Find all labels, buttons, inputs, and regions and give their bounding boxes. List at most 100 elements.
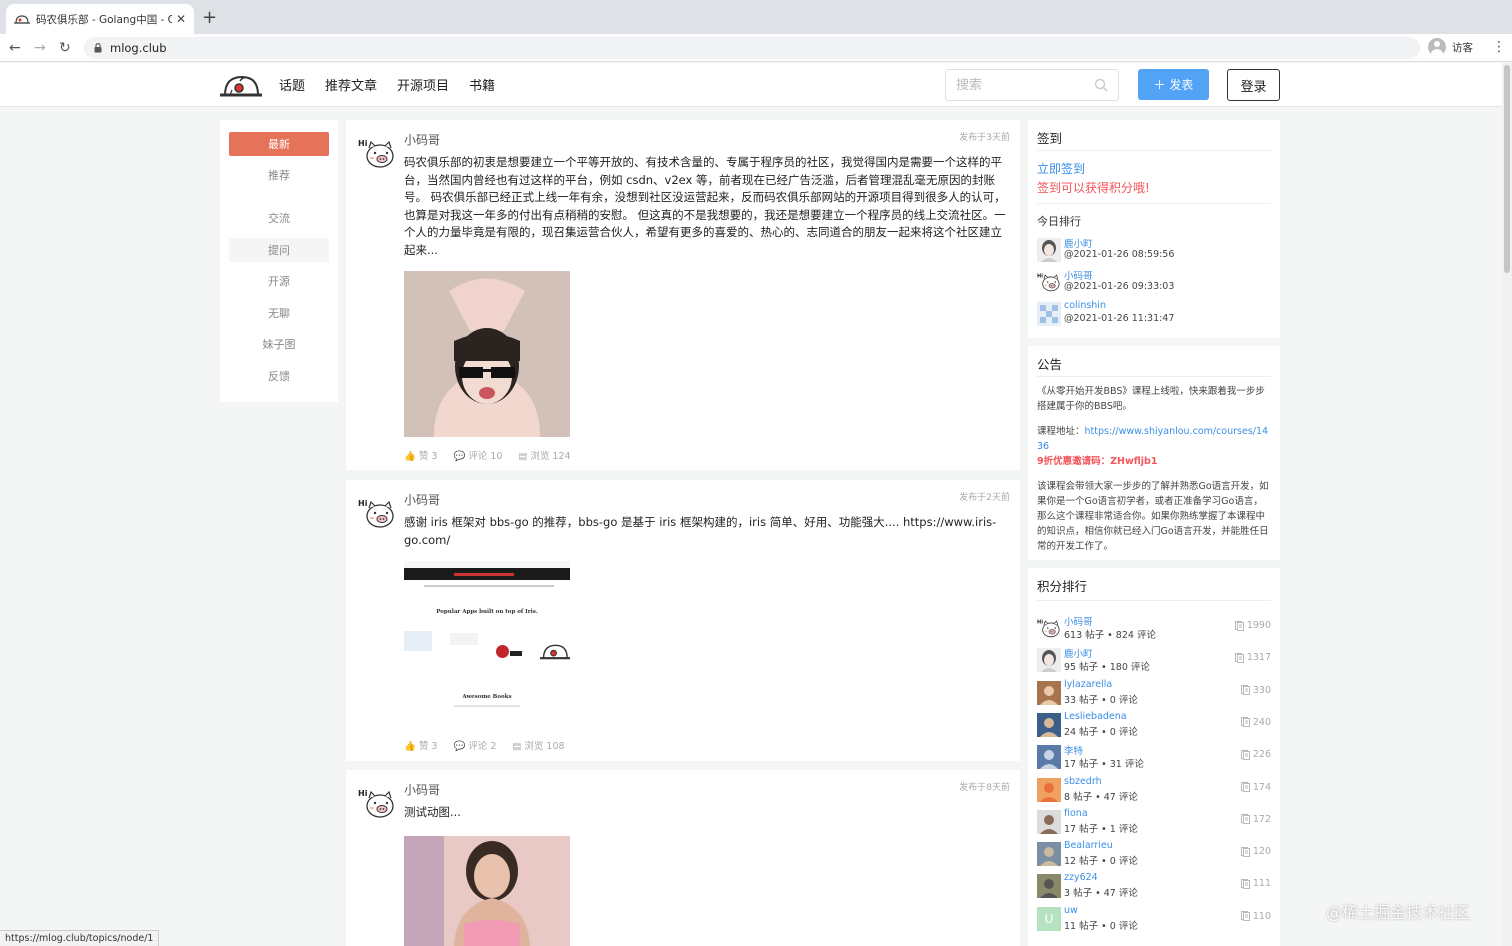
user-name[interactable]: lylazarella bbox=[1064, 679, 1112, 690]
browser-tab[interactable]: 码农俱乐部 - Golang中国 - Go语 ✕ bbox=[6, 4, 194, 34]
user-name[interactable]: 小码哥 bbox=[1064, 614, 1093, 628]
score-rank-row[interactable]: zzy624 3 帖子 • 47 评论 111 bbox=[1037, 872, 1271, 900]
user-name[interactable]: zzy624 bbox=[1064, 872, 1098, 883]
nav-books[interactable]: 书籍 bbox=[469, 75, 495, 94]
nav-projects[interactable]: 开源项目 bbox=[397, 75, 449, 94]
sidebar-item-latest[interactable]: 最新 bbox=[229, 132, 329, 156]
user-name[interactable]: 小码哥 bbox=[1064, 268, 1093, 282]
new-tab-button[interactable]: + bbox=[202, 8, 217, 28]
user-avatar[interactable] bbox=[1037, 745, 1061, 770]
score-rank-row[interactable]: 李特 17 帖子 • 31 评论 226 bbox=[1037, 743, 1271, 771]
scrollbar-thumb[interactable] bbox=[1504, 65, 1510, 273]
back-icon[interactable]: ← bbox=[9, 39, 21, 57]
post-content[interactable]: 码农俱乐部的初衷是想要建立一个平等开放的、有技术含量的、专属于程序员的社区，我觉… bbox=[404, 154, 1010, 259]
user-stats: 613 帖子 • 824 评论 bbox=[1064, 630, 1156, 641]
user-avatar[interactable] bbox=[1037, 680, 1061, 705]
user-avatar[interactable] bbox=[1037, 777, 1061, 802]
post-author[interactable]: 小码哥 bbox=[404, 781, 440, 798]
score-rank-row[interactable]: 小码哥 613 帖子 • 824 评论 1990 bbox=[1037, 614, 1271, 642]
like-count[interactable]: 👍 赞 3 bbox=[404, 448, 437, 462]
today-rank-row[interactable]: colinshin @2021-01-26 11:31:47 bbox=[1037, 300, 1271, 328]
sidebar-item-girls[interactable]: 妹子图 bbox=[229, 332, 329, 356]
post-image[interactable] bbox=[404, 271, 570, 437]
view-count: ▤ 浏览 108 bbox=[512, 741, 565, 752]
pig-avatar[interactable] bbox=[358, 784, 396, 822]
search-icon[interactable] bbox=[1094, 78, 1108, 92]
search-box bbox=[945, 69, 1119, 101]
pig-avatar[interactable] bbox=[358, 494, 396, 532]
post-time: 发布于2天前 bbox=[959, 493, 1010, 503]
sidebar-item-question[interactable]: 提问 bbox=[229, 238, 329, 262]
girl-avatar[interactable] bbox=[1037, 648, 1061, 673]
user-name[interactable]: 鹿小町 bbox=[1064, 646, 1093, 660]
pig-avatar[interactable] bbox=[358, 134, 396, 172]
post-card[interactable]: 小码哥 发布于3天前 码农俱乐部的初衷是想要建立一个平等开放的、有技术含量的、专… bbox=[346, 120, 1020, 470]
user-avatar[interactable] bbox=[1037, 842, 1061, 867]
score-rank-row[interactable]: sbzedrh 8 帖子 • 47 评论 174 bbox=[1037, 776, 1271, 804]
user-avatar[interactable] bbox=[1037, 874, 1061, 899]
page-scrollbar[interactable] bbox=[1502, 63, 1512, 946]
user-name[interactable]: fiona bbox=[1064, 808, 1088, 819]
today-rank-row[interactable]: 鹿小町 @2021-01-26 08:59:56 bbox=[1037, 236, 1271, 264]
score-value: 1317 bbox=[1246, 652, 1271, 664]
user-name[interactable]: 李特 bbox=[1064, 743, 1083, 757]
user-score: 110 bbox=[1240, 911, 1271, 922]
sidebar-item-opensource[interactable]: 开源 bbox=[229, 269, 329, 293]
pig-avatar[interactable] bbox=[1037, 616, 1061, 640]
pig-avatar[interactable] bbox=[1037, 270, 1061, 294]
post-content[interactable]: 感谢 iris 框架对 bbs-go 的推荐，bbs-go 是基于 iris 框… bbox=[404, 514, 1010, 549]
score-rank-row[interactable]: lylazarella 33 帖子 • 0 评论 330 bbox=[1037, 679, 1271, 707]
user-name[interactable]: colinshin bbox=[1064, 300, 1106, 311]
user-name[interactable]: Bealarrieu bbox=[1064, 840, 1113, 851]
site-logo[interactable] bbox=[220, 71, 262, 99]
user-name[interactable]: 鹿小町 bbox=[1064, 236, 1093, 250]
user-name[interactable]: Lesliebadena bbox=[1064, 711, 1127, 722]
post-author[interactable]: 小码哥 bbox=[404, 131, 440, 148]
login-button[interactable]: 登录 bbox=[1227, 69, 1280, 101]
user-avatar[interactable] bbox=[1037, 809, 1061, 834]
score-rank-row[interactable]: Uuw 11 帖子 • 0 评论 110 bbox=[1037, 905, 1271, 933]
user-name[interactable]: uw bbox=[1064, 905, 1078, 916]
girl-avatar[interactable] bbox=[1037, 238, 1061, 262]
post-image[interactable]: Popular Apps built on top of Iris. Aweso… bbox=[404, 561, 570, 727]
nav-topics[interactable]: 话题 bbox=[279, 75, 305, 94]
post-author[interactable]: 小码哥 bbox=[404, 491, 440, 508]
app-thumb bbox=[510, 651, 522, 656]
score-icon bbox=[1234, 652, 1244, 663]
checkin-panel: 签到 立即签到 签到可以获得积分哦! 今日排行 鹿小町 @2021-01-26 … bbox=[1028, 120, 1280, 338]
reload-icon[interactable]: ↻ bbox=[59, 39, 71, 57]
user-score: 226 bbox=[1240, 749, 1271, 760]
profile-button[interactable]: 访客 bbox=[1428, 38, 1473, 56]
address-bar[interactable]: mlog.club bbox=[84, 37, 1420, 59]
comment-count[interactable]: 💬 评论 10 bbox=[453, 448, 502, 462]
more-menu-icon[interactable]: ⋮ bbox=[1492, 39, 1506, 55]
comment-count[interactable]: 💬 评论 2 bbox=[453, 738, 496, 752]
post-image[interactable] bbox=[404, 836, 570, 946]
score-rank-row[interactable]: fiona 17 帖子 • 1 评论 172 bbox=[1037, 808, 1271, 836]
user-avatar[interactable] bbox=[1037, 712, 1061, 737]
post-content[interactable]: 测试动图... bbox=[404, 804, 1010, 822]
user-stats: 8 帖子 • 47 评论 bbox=[1064, 791, 1138, 803]
close-icon[interactable]: ✕ bbox=[176, 12, 186, 26]
checkin-link[interactable]: 立即签到 bbox=[1037, 160, 1085, 177]
letter-avatar[interactable]: U bbox=[1037, 906, 1061, 931]
score-value: 174 bbox=[1252, 781, 1271, 793]
score-rank-row[interactable]: Lesliebadena 24 帖子 • 0 评论 240 bbox=[1037, 711, 1271, 739]
post-card[interactable]: 小码哥 发布于8天前 测试动图... bbox=[346, 770, 1020, 946]
post-button[interactable]: ＋ 发表 bbox=[1138, 69, 1209, 100]
sidebar-item-discuss[interactable]: 交流 bbox=[229, 206, 329, 230]
nav-articles[interactable]: 推荐文章 bbox=[325, 75, 377, 94]
sidebar-item-boring[interactable]: 无聊 bbox=[229, 301, 329, 325]
forward-icon[interactable]: → bbox=[34, 39, 46, 57]
sidebar-item-recommend[interactable]: 推荐 bbox=[229, 163, 329, 187]
score-rank-row[interactable]: 鹿小町 95 帖子 • 180 评论 1317 bbox=[1037, 646, 1271, 674]
post-card[interactable]: 小码哥 发布于2天前 感谢 iris 框架对 bbs-go 的推荐，bbs-go… bbox=[346, 480, 1020, 761]
search-input[interactable] bbox=[956, 77, 1094, 93]
user-name[interactable]: sbzedrh bbox=[1064, 776, 1102, 787]
identicon-avatar[interactable] bbox=[1037, 302, 1061, 326]
sidebar-item-feedback[interactable]: 反馈 bbox=[229, 364, 329, 388]
user-stats: 12 帖子 • 0 评论 bbox=[1064, 856, 1138, 868]
like-count[interactable]: 👍 赞 3 bbox=[404, 738, 437, 752]
score-rank-row[interactable]: Bealarrieu 12 帖子 • 0 评论 120 bbox=[1037, 840, 1271, 868]
today-rank-row[interactable]: 小码哥 @2021-01-26 09:33:03 bbox=[1037, 268, 1271, 296]
